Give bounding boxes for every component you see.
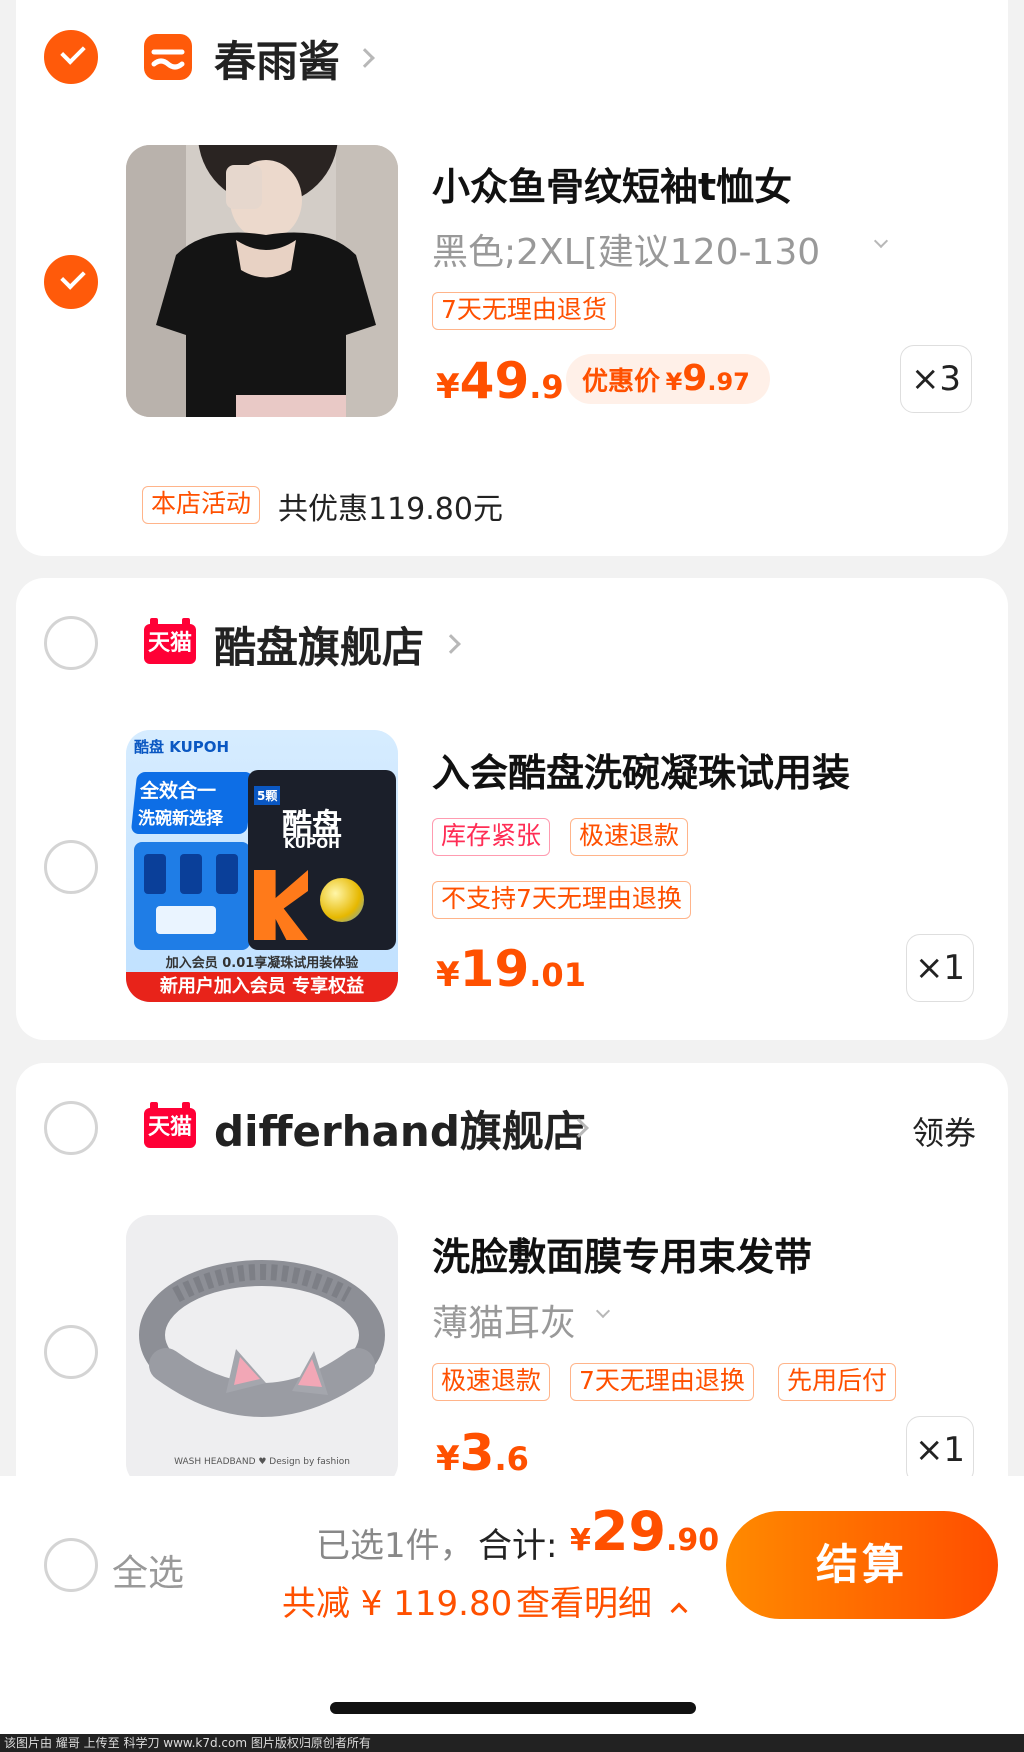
product-image-banner: 新用户加入会员 专享权益 [126, 972, 398, 1002]
store-activity-text[interactable]: 共优惠119.80元 [278, 484, 503, 528]
quantity-button[interactable]: ×3 [900, 345, 972, 413]
store-select-checkbox[interactable] [44, 30, 98, 84]
store-select-checkbox[interactable] [44, 1101, 98, 1155]
watermark-text: 该图片由 耀哥 上传至 科学刀 www.k7d.com 图片版权归原创者所有 [4, 1736, 371, 1750]
discount-summary: 共减 ¥ 119.80 [282, 1584, 513, 1624]
product-title[interactable]: 入会酷盘洗碗凝珠试用装 [432, 742, 850, 797]
chevron-up-icon [670, 1602, 688, 1620]
product-spec-selector[interactable]: 黑色;2XL[建议120-130 [432, 223, 820, 275]
select-all-checkbox[interactable] [44, 1538, 98, 1592]
store-select-checkbox[interactable] [44, 616, 98, 670]
product-image-headline: 全效合一 [140, 780, 217, 802]
fast-refund-tag: 极速退款 [432, 1363, 551, 1401]
select-all-label[interactable]: 全选 [112, 1544, 184, 1596]
product-price: ¥19.01 [436, 940, 586, 998]
quantity-button[interactable]: ×1 [906, 1416, 974, 1484]
product-price: ¥49.9 [436, 352, 564, 410]
view-details-link[interactable]: 查看明细 [516, 1576, 688, 1625]
product-pack-count: 5颗 [254, 786, 281, 805]
store-activity-tag: 本店活动 [142, 486, 261, 524]
store-name[interactable]: 春雨酱 [214, 28, 340, 89]
return-policy-tag: 7天无理由退换 [570, 1363, 754, 1401]
fast-refund-tag: 极速退款 [570, 818, 689, 856]
item-select-checkbox[interactable] [44, 1325, 98, 1379]
quantity-button[interactable]: ×1 [906, 934, 974, 1002]
product-image-subheadline: 洗碗新选择 [138, 809, 223, 829]
low-stock-tag: 库存紧张 [432, 818, 551, 856]
total-label: 合计: [478, 1526, 558, 1566]
store-name[interactable]: differhand旗舰店 [214, 1098, 586, 1159]
product-title[interactable]: 小众鱼骨纹短袖t恤女 [432, 156, 792, 211]
home-indicator [330, 1702, 696, 1714]
tmall-badge-icon: 天猫 [144, 618, 196, 664]
product-title[interactable]: 洗脸敷面膜专用束发带 [432, 1226, 812, 1281]
selected-count: 已选1件， [316, 1526, 474, 1566]
item-select-checkbox[interactable] [44, 840, 98, 894]
product-spec-selector[interactable]: 薄猫耳灰 [432, 1294, 576, 1346]
product-image-caption: WASH HEADBAND ♥ Design by fashion [174, 1457, 350, 1467]
pay-later-tag: 先用后付 [778, 1363, 897, 1401]
product-image[interactable]: 酷盘 KUPOH 全效合一 洗碗新选择 5颗 酷盘 KUPOH 加入会员 0.0… [126, 730, 398, 1002]
item-select-checkbox[interactable] [44, 255, 98, 309]
product-price: ¥3.6 [436, 1424, 529, 1482]
product-image[interactable]: WASH HEADBAND ♥ Design by fashion [126, 1215, 398, 1487]
product-image-brand: 酷盘 KUPOH [134, 738, 230, 756]
product-image-caption: 加入会员 0.01享凝珠试用装体验 [165, 956, 359, 971]
claim-coupon-link[interactable]: 领券 [912, 1108, 976, 1154]
product-image[interactable] [126, 145, 398, 417]
product-pack-brand-en: KUPOH [284, 836, 340, 852]
checkout-button[interactable]: 结算 [726, 1511, 998, 1619]
return-policy-tag: 7天无理由退货 [432, 292, 616, 330]
store-name[interactable]: 酷盘旗舰店 [214, 614, 424, 675]
tmall-badge-icon: 天猫 [144, 1102, 196, 1148]
store-logo-icon [144, 34, 192, 80]
no-return-tag: 不支持7天无理由退换 [432, 881, 691, 919]
total-price: ¥29.90 [570, 1500, 720, 1563]
promo-price-badge: 优惠价 ¥9.97 [566, 354, 770, 404]
